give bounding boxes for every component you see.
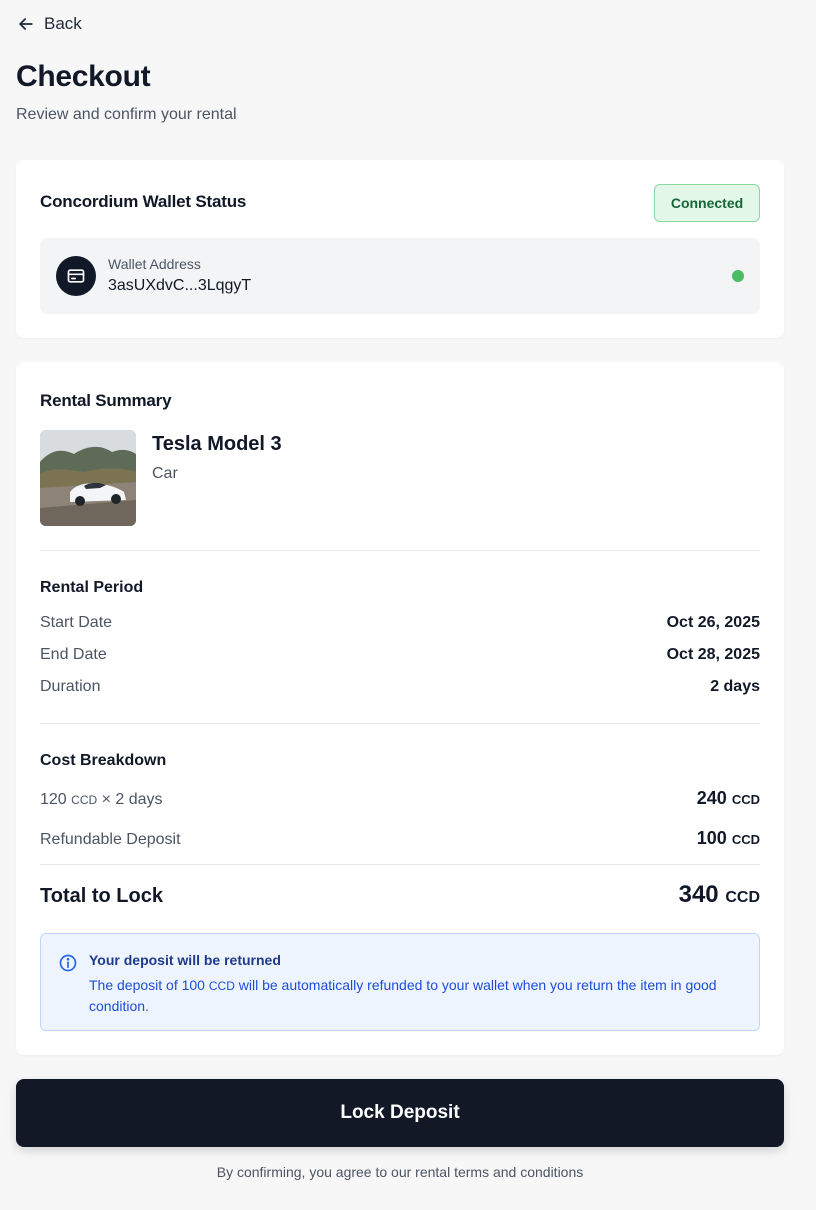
divider [40,864,760,865]
start-date-label: Start Date [40,614,113,631]
end-date-label: End Date [40,646,107,663]
rental-cost-value: 240 CCD [697,788,760,809]
info-text-unit: CCD [208,979,235,993]
total-value: 340 CCD [679,881,760,909]
cost-breakdown-heading: Cost Breakdown [40,752,167,769]
total-unit: CCD [725,889,760,906]
back-label: Back [44,14,82,33]
end-date-value: Oct 28, 2025 [666,646,760,663]
wallet-status-heading: Concordium Wallet Status [40,192,247,211]
deposit-label: Refundable Deposit [40,831,181,848]
rental-cost-amount: 240 [696,788,727,808]
deposit-amount: 100 [696,828,727,848]
arrow-left-icon [19,18,33,30]
info-text-before: The deposit of 100 [89,977,205,993]
status-badge: Connected [654,184,760,222]
rate-amount: 120 [40,791,67,808]
deposit-unit: CCD [731,832,760,847]
total-label: Total to Lock [40,885,163,907]
page-title: Checkout [16,60,151,93]
back-button[interactable]: Back [16,12,82,36]
connection-status-dot [732,270,744,282]
rate-unit: CCD [71,793,98,807]
deposit-info-text: The deposit of 100 CCD will be automatic… [89,975,739,1016]
wallet-address-box: Wallet Address 3asUXdvC...3LqgyT [40,238,760,314]
divider [40,723,760,724]
deposit-info-title: Your deposit will be returned [89,952,281,968]
info-icon [59,954,77,972]
wallet-status-card: Concordium Wallet Status Connected Walle… [16,160,784,338]
total-amount: 340 [678,881,719,908]
rental-item-name: Tesla Model 3 [152,433,282,455]
lock-deposit-button[interactable]: Lock Deposit [16,1079,784,1147]
divider [40,550,760,551]
rental-summary-heading: Rental Summary [40,391,172,410]
total-row: Total to Lock 340 CCD [40,881,760,909]
rental-cost-unit: CCD [731,792,760,807]
deposit-info-box: Your deposit will be returned The deposi… [40,933,760,1031]
terms-note: By confirming, you agree to our rental t… [216,1164,584,1180]
rental-rate-label: 120 CCD × 2 days [40,791,163,809]
duration-row: Duration 2 days [40,678,760,696]
wallet-card-icon [56,256,96,296]
duration-value: 2 days [710,678,760,695]
rental-summary-card: Rental Summary Tesla Model 3 Car Rental … [16,362,784,1055]
start-date-value: Oct 26, 2025 [666,614,760,631]
deposit-row: Refundable Deposit 100 CCD [40,828,760,849]
duration-label: Duration [40,678,101,695]
rental-cost-row: 120 CCD × 2 days 240 CCD [40,788,760,809]
car-thumbnail [40,430,136,526]
page-subtitle: Review and confirm your rental [16,106,237,123]
rate-multiplier: × 2 days [101,791,163,808]
rental-period-heading: Rental Period [40,579,144,596]
wallet-address-label: Wallet Address [108,256,201,272]
rental-item-type: Car [152,465,178,482]
start-date-row: Start Date Oct 26, 2025 [40,614,760,632]
end-date-row: End Date Oct 28, 2025 [40,646,760,664]
wallet-address-value: 3asUXdvC...3LqgyT [108,277,252,294]
deposit-value: 100 CCD [697,828,760,849]
